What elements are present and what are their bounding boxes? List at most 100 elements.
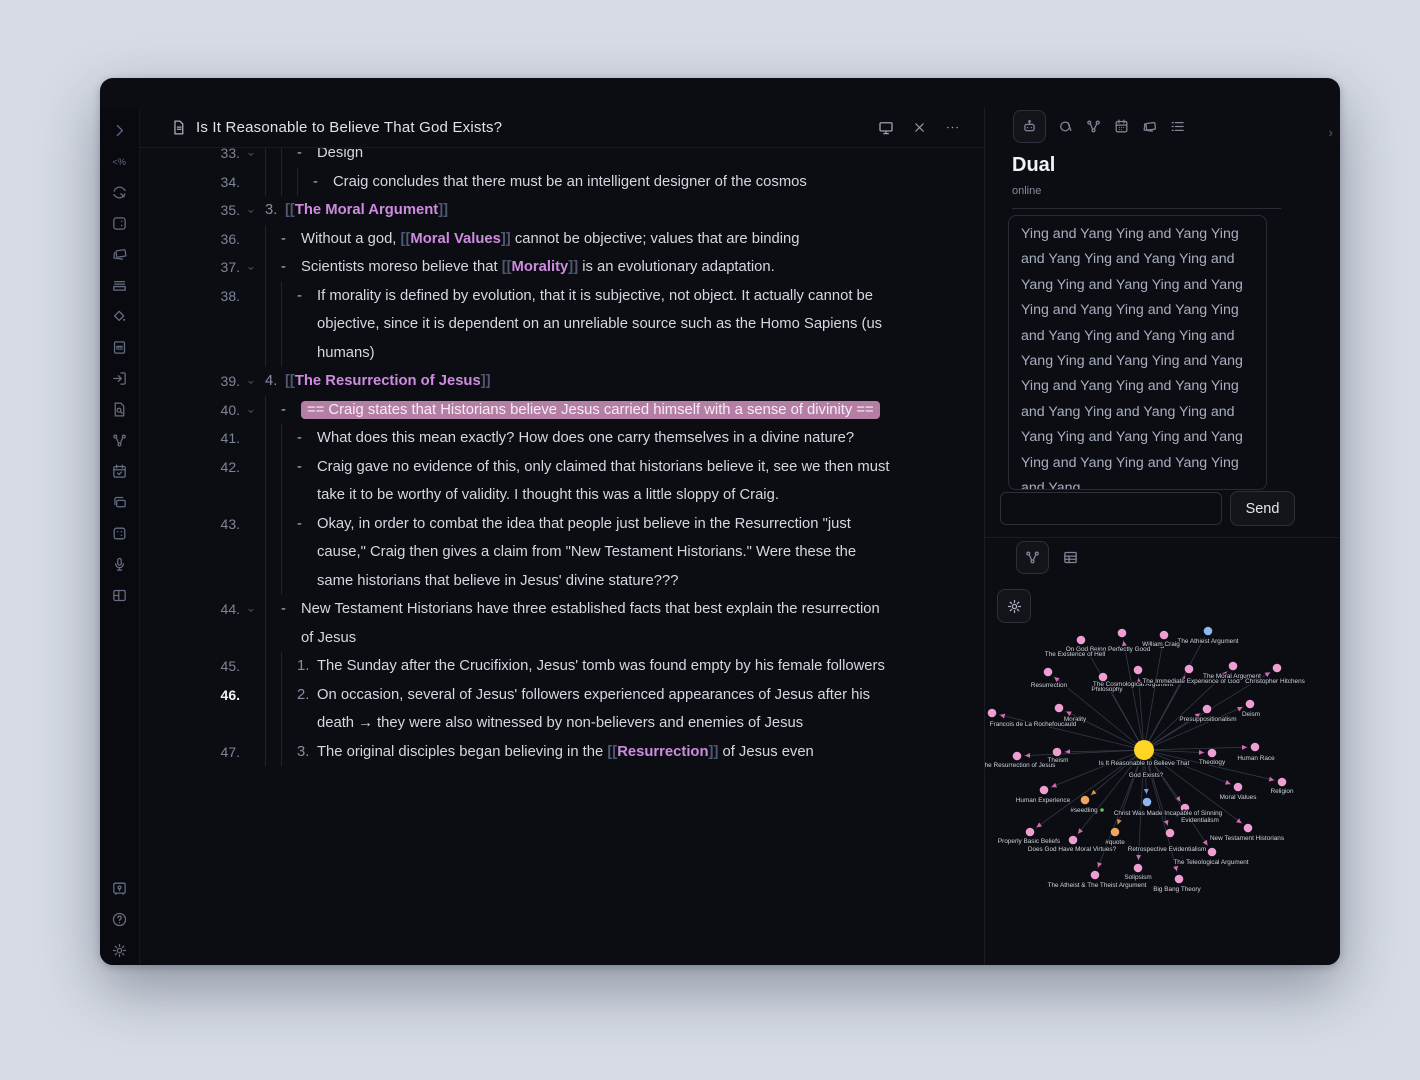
- graph-node[interactable]: [1026, 828, 1035, 837]
- collapse-chevron-icon[interactable]: ›: [245, 196, 265, 225]
- graph-node[interactable]: [1044, 668, 1053, 677]
- calendar-check-icon[interactable]: [111, 463, 128, 480]
- wiki-link[interactable]: Morality: [512, 259, 569, 275]
- list-icon[interactable]: [1169, 118, 1186, 135]
- graph-node[interactable]: [1118, 629, 1127, 638]
- editor-line[interactable]: 36.-Without a god, [[Moral Values]] cann…: [140, 225, 893, 254]
- graph-node[interactable]: [1251, 743, 1260, 752]
- line-text[interactable]: Without a god, [[Moral Values]] cannot b…: [301, 225, 893, 254]
- graph-node[interactable]: [988, 709, 997, 718]
- line-text[interactable]: On occasion, several of Jesus' followers…: [317, 681, 893, 738]
- wiki-link[interactable]: Resurrection: [617, 744, 708, 760]
- random-note-icon[interactable]: [111, 525, 128, 542]
- card-stack-icon[interactable]: [111, 494, 128, 511]
- graph-node[interactable]: [1246, 700, 1255, 709]
- tab-bot[interactable]: [1013, 110, 1046, 143]
- graph-node[interactable]: [1040, 786, 1049, 795]
- graph-node[interactable]: [1175, 875, 1184, 884]
- graph-node[interactable]: [1013, 752, 1022, 761]
- graph-node[interactable]: [1143, 798, 1152, 807]
- line-text[interactable]: The Sunday after the Crucifixion, Jesus'…: [317, 652, 893, 681]
- chat-input[interactable]: [1000, 492, 1222, 525]
- editor-line[interactable]: 42.-Craig gave no evidence of this, only…: [140, 453, 893, 510]
- graph-node[interactable]: [1160, 631, 1169, 640]
- close-icon[interactable]: [912, 120, 927, 135]
- line-text[interactable]: If morality is defined by evolution, tha…: [317, 282, 893, 368]
- calendar-icon[interactable]: [1113, 118, 1130, 135]
- sync-off-icon[interactable]: [111, 184, 128, 201]
- editor-line[interactable]: 44.›-New Testament Historians have three…: [140, 595, 893, 652]
- editor-line[interactable]: 46.2.On occasion, several of Jesus' foll…: [140, 681, 893, 738]
- local-graph-view[interactable]: The Athiest ArgumentWilliam CraigOn God …: [985, 620, 1340, 965]
- graph-node[interactable]: [1069, 836, 1078, 845]
- editor-body[interactable]: 33.›-Design34.-Craig concludes that ther…: [140, 148, 985, 965]
- table-icon[interactable]: [1062, 549, 1079, 566]
- dice-icon[interactable]: [111, 215, 128, 232]
- line-text[interactable]: What does this mean exactly? How does on…: [317, 424, 893, 453]
- graph-node[interactable]: [1091, 871, 1100, 880]
- line-text[interactable]: Craig gave no evidence of this, only cla…: [317, 453, 893, 510]
- graph-canvas[interactable]: The Athiest ArgumentWilliam CraigOn God …: [985, 620, 1340, 965]
- slides-icon[interactable]: [111, 246, 128, 263]
- editor-line[interactable]: 39.›4.[[The Resurrection of Jesus]]: [140, 367, 893, 396]
- graph-tab-icon[interactable]: [1085, 118, 1102, 135]
- editor-line[interactable]: 45.1.The Sunday after the Crucifixion, J…: [140, 652, 893, 681]
- wiki-link[interactable]: The Resurrection of Jesus: [295, 373, 481, 389]
- microphone-icon[interactable]: [111, 556, 128, 573]
- graph-node[interactable]: [1053, 748, 1062, 757]
- help-icon[interactable]: [111, 911, 128, 928]
- graph-node[interactable]: [1278, 778, 1287, 787]
- graph-node[interactable]: [1055, 704, 1064, 713]
- editor-line[interactable]: 47.3.The original disciples began believ…: [140, 738, 893, 767]
- expand-sidebar-icon[interactable]: [111, 122, 128, 139]
- line-text[interactable]: Design: [317, 148, 893, 168]
- open-window-icon[interactable]: [877, 119, 895, 137]
- graph-node[interactable]: [1166, 829, 1175, 838]
- graph-node[interactable]: [1203, 705, 1212, 714]
- line-text[interactable]: Scientists moreso believe that [[Moralit…: [301, 253, 893, 282]
- settings-gear-icon[interactable]: [111, 942, 128, 959]
- editor-line[interactable]: 43.-Okay, in order to combat the idea th…: [140, 510, 893, 596]
- editor-line[interactable]: 40.›-== Craig states that Historians bel…: [140, 396, 893, 425]
- graph-node[interactable]: [1185, 665, 1194, 674]
- graph-node[interactable]: [1081, 796, 1090, 805]
- vault-switcher-icon[interactable]: [111, 880, 128, 897]
- tab-graph[interactable]: [1016, 541, 1049, 574]
- line-text[interactable]: The original disciples began believing i…: [317, 738, 893, 767]
- line-text[interactable]: == Craig states that Historians believe …: [301, 396, 893, 425]
- graph-node[interactable]: [1234, 783, 1243, 792]
- send-button[interactable]: Send: [1230, 491, 1295, 526]
- wiki-link[interactable]: The Moral Argument: [295, 202, 438, 218]
- editor-line[interactable]: 35.›3.[[The Moral Argument]]: [140, 196, 893, 225]
- graph-node[interactable]: [1244, 824, 1253, 833]
- gallery-icon[interactable]: [1141, 118, 1158, 135]
- file-search-icon[interactable]: [111, 401, 128, 418]
- collapse-chevron-icon[interactable]: ›: [245, 367, 265, 396]
- graph-node[interactable]: [1099, 673, 1108, 682]
- graph-node[interactable]: [1229, 662, 1238, 671]
- graph-node[interactable]: [1204, 627, 1213, 636]
- graph-node[interactable]: [1208, 749, 1217, 758]
- graph-node[interactable]: [1208, 848, 1217, 857]
- log-in-icon[interactable]: [111, 370, 128, 387]
- workspace-layout-icon[interactable]: [111, 587, 128, 604]
- collapse-chevron-icon[interactable]: ›: [245, 396, 265, 425]
- editor-line[interactable]: 37.›-Scientists moreso believe that [[Mo…: [140, 253, 893, 282]
- graph-node[interactable]: [1111, 828, 1120, 837]
- collapse-chevron-icon[interactable]: ›: [245, 148, 265, 168]
- line-text[interactable]: [[The Resurrection of Jesus]]: [285, 367, 893, 396]
- editor-line[interactable]: 34.-Craig concludes that there must be a…: [140, 168, 893, 197]
- templater-icon[interactable]: <%: [111, 153, 128, 170]
- titlebar[interactable]: [100, 78, 1340, 108]
- graph-node[interactable]: [1134, 666, 1143, 675]
- graph-view-icon[interactable]: [111, 432, 128, 449]
- more-options-icon[interactable]: [944, 119, 961, 136]
- editor-line[interactable]: 41.-What does this mean exactly? How doe…: [140, 424, 893, 453]
- graph-settings-button[interactable]: [997, 589, 1031, 623]
- unlink-icon[interactable]: [1057, 118, 1074, 135]
- line-text[interactable]: [[The Moral Argument]]: [285, 196, 893, 225]
- line-text[interactable]: Okay, in order to combat the idea that p…: [317, 510, 893, 596]
- dictionary-icon[interactable]: ABC: [111, 339, 128, 356]
- collapse-panel-chevron-icon[interactable]: ›: [1328, 124, 1333, 140]
- graph-center-node[interactable]: [1134, 740, 1154, 760]
